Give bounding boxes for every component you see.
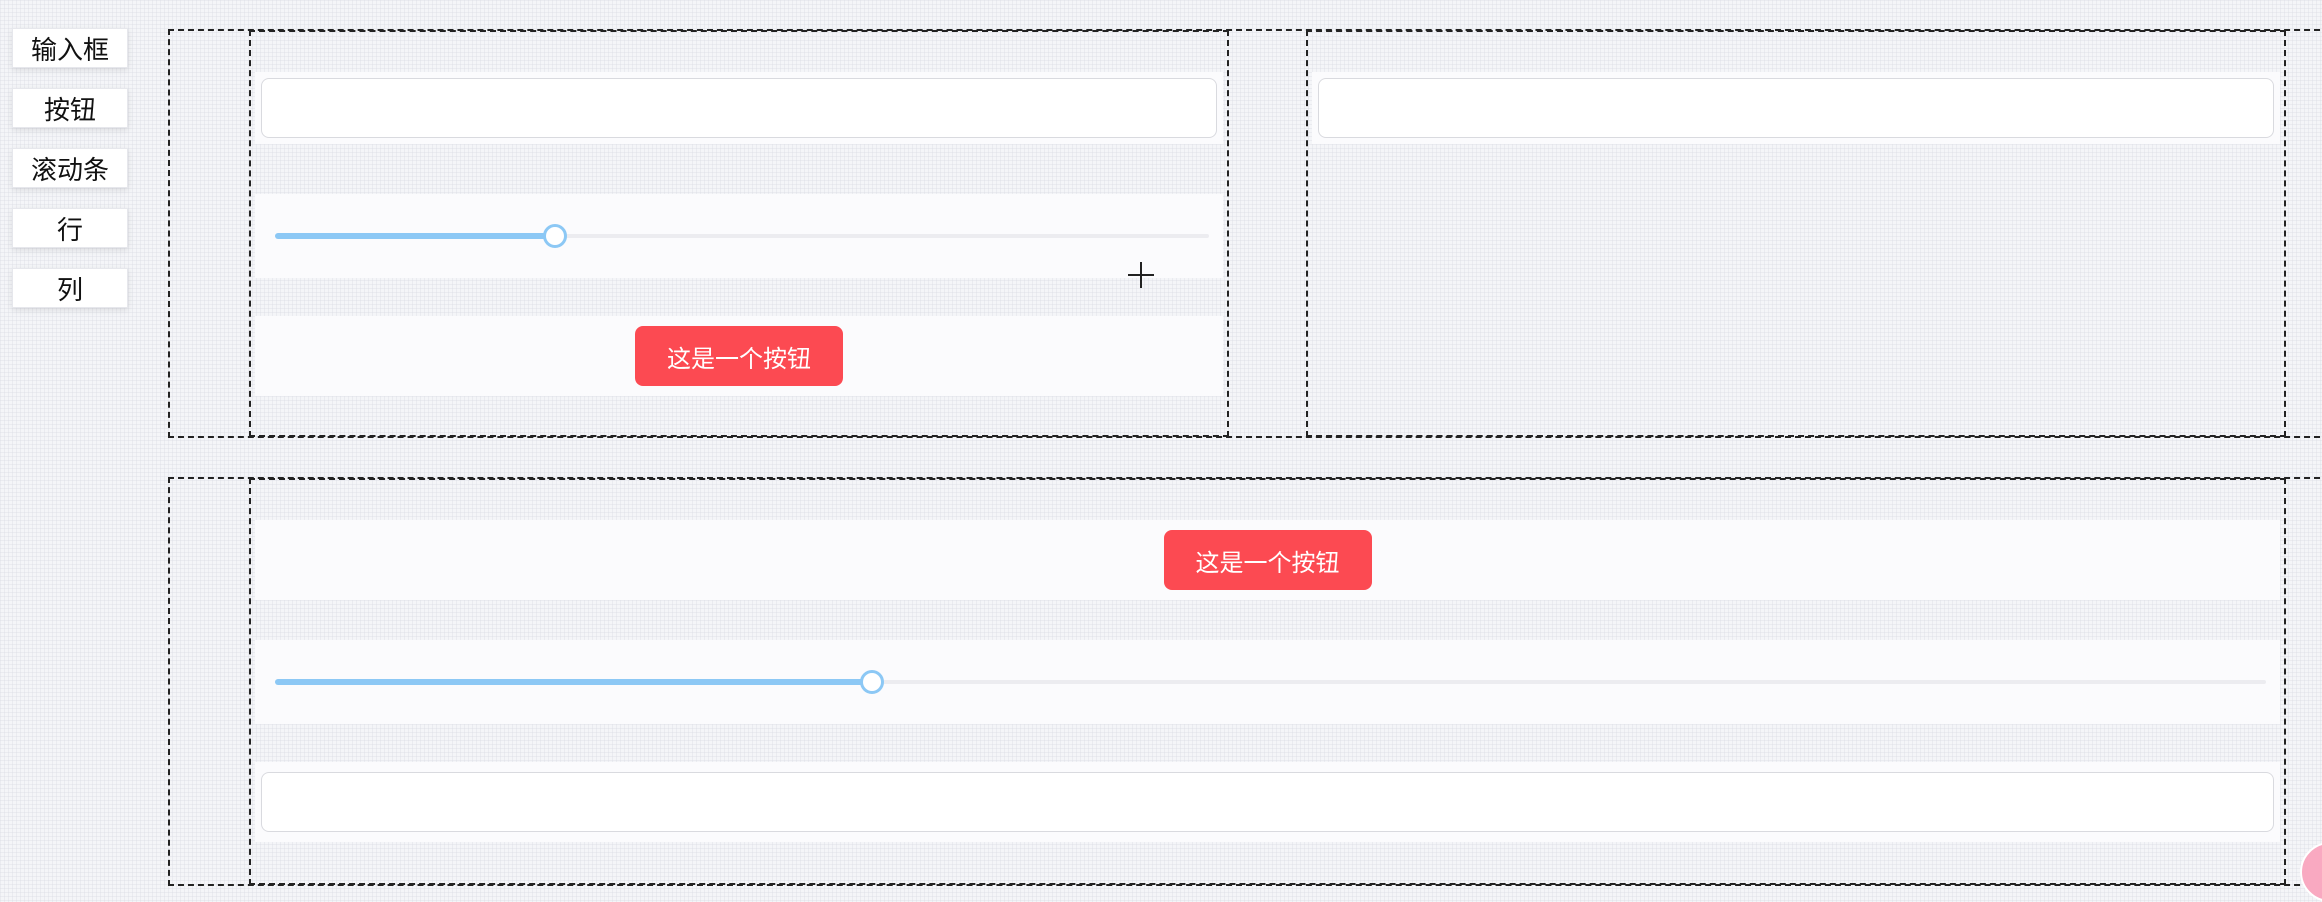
column-b-input-cell bbox=[1312, 72, 2280, 144]
column-b-text-input[interactable] bbox=[1318, 78, 2274, 138]
slider-handle[interactable] bbox=[543, 224, 568, 248]
column-c-input-cell bbox=[255, 762, 2280, 842]
column-c-button-cell: 这是一个按钮 bbox=[255, 520, 2280, 600]
column-a-slider[interactable] bbox=[275, 224, 1209, 248]
layout-column-a[interactable]: 这是一个按钮 bbox=[249, 30, 1229, 437]
layout-column-c[interactable]: 这是一个按钮 bbox=[249, 478, 2286, 885]
slider-track bbox=[275, 233, 556, 239]
layout-column-b[interactable] bbox=[1306, 30, 2286, 437]
column-a-button[interactable]: 这是一个按钮 bbox=[635, 326, 843, 386]
slider-handle[interactable] bbox=[860, 670, 885, 694]
column-c-slider[interactable] bbox=[275, 670, 2266, 694]
column-c-text-input[interactable] bbox=[261, 772, 2274, 832]
palette-item-row[interactable]: 行 bbox=[12, 208, 128, 248]
palette-item-button[interactable]: 按钮 bbox=[12, 88, 128, 128]
column-a-slider-cell bbox=[255, 194, 1223, 278]
crosshair-icon bbox=[1128, 262, 1154, 288]
palette-item-scrollbar[interactable]: 滚动条 bbox=[12, 148, 128, 188]
column-c-button[interactable]: 这是一个按钮 bbox=[1163, 530, 1372, 590]
column-a-input-cell bbox=[255, 72, 1223, 144]
slider-track bbox=[275, 679, 873, 685]
palette-item-input[interactable]: 输入框 bbox=[12, 28, 128, 68]
component-palette: 输入框 按钮 滚动条 行 列 bbox=[12, 28, 132, 328]
column-a-button-cell: 这是一个按钮 bbox=[255, 316, 1223, 396]
column-c-slider-cell bbox=[255, 640, 2280, 724]
palette-item-column[interactable]: 列 bbox=[12, 268, 128, 308]
column-a-text-input[interactable] bbox=[261, 78, 1217, 138]
